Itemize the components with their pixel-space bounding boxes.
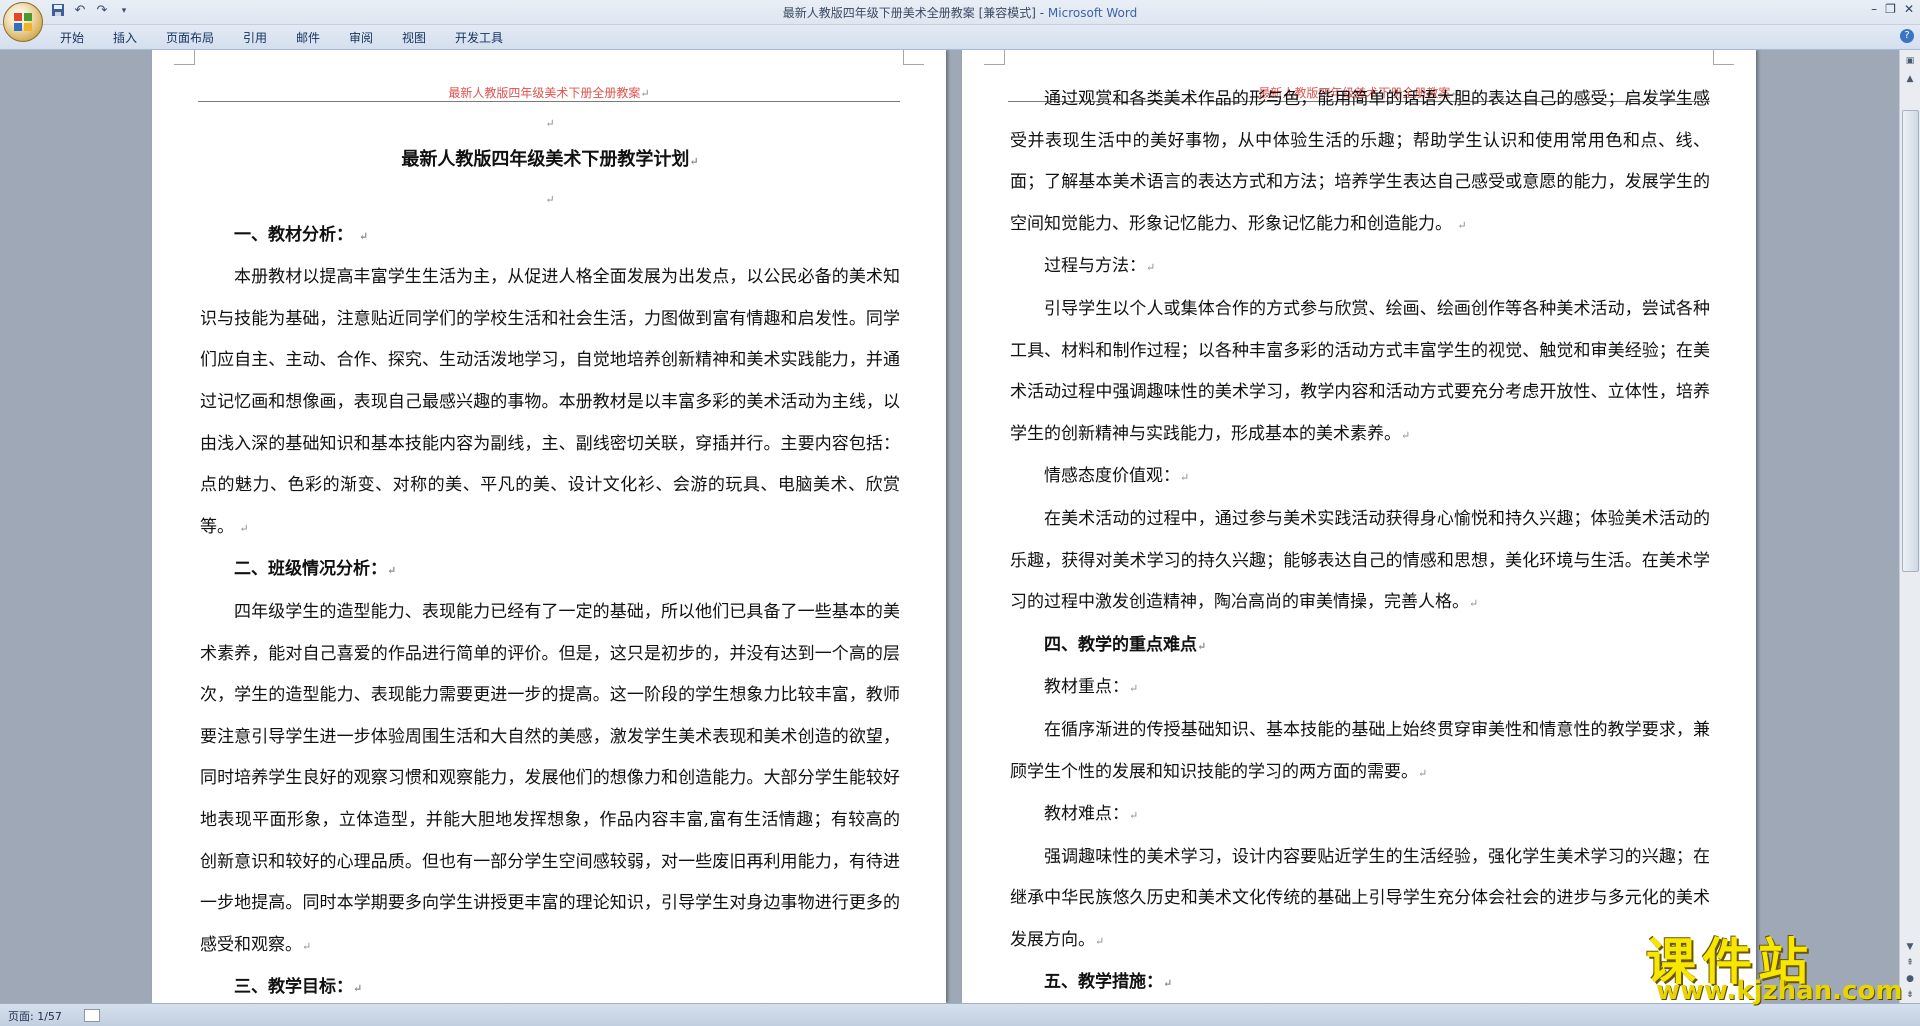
document-page-right[interactable]: 最新人教版四年级美术下册全册教案↵ 通过观赏和各类美术作品的形与色，能用简单的话…	[962, 50, 1756, 1003]
tab-references[interactable]: 引用	[243, 29, 267, 46]
body-paragraph: 引导学生以个人或集体合作的方式参与欣赏、绘画、绘画创作等各种美术活动，尝试各种工…	[1010, 298, 1710, 444]
tab-mailings[interactable]: 邮件	[296, 29, 320, 46]
scrollbar-thumb[interactable]	[1902, 110, 1919, 572]
page-count[interactable]: 页面: 1/57	[8, 1008, 62, 1024]
empty-paragraph: ↵	[545, 117, 555, 130]
next-page-icon[interactable]: ⇟	[1903, 988, 1917, 1002]
margin-corner-mark	[174, 50, 195, 65]
body-paragraph: 强调趣味性的美术学习，设计内容要贴近学生的生活经验，强化学生美术学习的兴趣；在继…	[1010, 846, 1710, 950]
body-paragraph: 通过观赏和各类美术作品的形与色，能用简单的话语大胆的表达自己的感受；启发学生感受…	[1010, 89, 1710, 234]
body-paragraph: 在循序渐进的传授基础知识、基本技能的基础上始终贯穿审美性和情意性的教学要求，兼顾…	[1010, 719, 1710, 782]
ruler-toggle-icon[interactable]: ▣	[1903, 54, 1917, 68]
page-body-left: ↵ 最新人教版四年级美术下册教学计划↵ ↵ 一、教材分析： ↵ 本册教材以提高丰…	[200, 107, 900, 1003]
close-icon[interactable]: ✕	[1904, 2, 1914, 16]
minimize-icon[interactable]: –	[1871, 2, 1877, 16]
ribbon-tabs: 开始 插入 页面布局 引用 邮件 审阅 视图 开发工具 ?	[0, 25, 1920, 50]
section-heading: 一、教材分析： ↵	[234, 224, 369, 245]
vertical-scrollbar[interactable]: ▣ ▲ ▼ ⇞ ● ⇟	[1899, 50, 1920, 1003]
office-logo-icon	[14, 13, 32, 31]
page-header: 最新人教版四年级美术下册全册教案↵	[448, 86, 650, 100]
watermark-logo: 课件站 www.kjzhan.com	[1646, 922, 1902, 1006]
tab-developer[interactable]: 开发工具	[455, 29, 503, 46]
tab-review[interactable]: 审阅	[349, 29, 373, 46]
help-icon[interactable]: ?	[1900, 29, 1914, 43]
restore-icon[interactable]: ❐	[1885, 2, 1896, 16]
margin-corner-mark	[984, 50, 1005, 65]
section-heading: 二、班级情况分析：↵	[234, 559, 397, 580]
tab-view[interactable]: 视图	[402, 29, 426, 46]
window-title: 最新人教版四年级下册美术全册教案 [兼容模式] - Microsoft Word	[782, 6, 1138, 20]
tab-home[interactable]: 开始	[60, 29, 84, 46]
section-heading: 五、教学措施：↵	[1044, 972, 1173, 993]
document-title: 最新人教版四年级美术下册教学计划↵	[401, 149, 699, 170]
body-paragraph: 在美术活动的过程中，通过参与美术实践活动获得身心愉悦和持久兴趣；体验美术活动的乐…	[1010, 508, 1710, 613]
margin-corner-mark	[903, 50, 924, 65]
browse-object-icon[interactable]: ●	[1903, 972, 1917, 986]
empty-paragraph: ↵	[545, 192, 555, 206]
document-page-left[interactable]: 最新人教版四年级美术下册全册教案↵ ↵ 最新人教版四年级美术下册教学计划↵ ↵ …	[152, 50, 946, 1003]
watermark-url: www.kjzhan.com	[1656, 976, 1903, 1006]
sub-heading: 教材重点：↵	[1044, 677, 1139, 698]
tab-page-layout[interactable]: 页面布局	[166, 29, 214, 46]
header-divider	[198, 101, 900, 102]
scroll-down-icon[interactable]: ▼	[1903, 940, 1917, 954]
sub-heading: 教材难点：↵	[1044, 804, 1139, 825]
scroll-up-icon[interactable]: ▲	[1903, 72, 1917, 86]
window-controls: – ❐ ✕	[1871, 2, 1914, 16]
page-body-right: 通过观赏和各类美术作品的形与色，能用简单的话语大胆的表达自己的感受；启发学生感受…	[1010, 79, 1710, 1003]
section-heading: 四、教学的重点难点↵	[1044, 634, 1207, 655]
office-button[interactable]	[3, 2, 43, 42]
app-name: Microsoft Word	[1047, 6, 1138, 20]
sub-heading: 过程与方法：↵	[1044, 256, 1156, 277]
sub-heading: 情感态度价值观：↵	[1044, 466, 1190, 487]
margin-corner-mark	[1713, 50, 1734, 65]
section-heading: 三、教学目标：↵	[234, 977, 363, 998]
body-paragraph: 本册教材以提高丰富学生生活为主，从促进人格全面发展为出发点，以公民必备的美术知识…	[200, 267, 900, 537]
status-bar: 页面: 1/57	[0, 1003, 1920, 1026]
document-workspace[interactable]: 最新人教版四年级美术下册全册教案↵ ↵ 最新人教版四年级美术下册教学计划↵ ↵ …	[0, 50, 1900, 1003]
title-bar: ↶ ↷ ▾ 最新人教版四年级下册美术全册教案 [兼容模式] - Microsof…	[0, 0, 1920, 42]
proofing-icon[interactable]	[84, 1009, 100, 1022]
previous-page-icon[interactable]: ⇞	[1903, 956, 1917, 970]
body-paragraph: 四年级学生的造型能力、表现能力已经有了一定的基础，所以他们已具备了一些基本的美术…	[200, 601, 900, 955]
tab-insert[interactable]: 插入	[113, 29, 137, 46]
